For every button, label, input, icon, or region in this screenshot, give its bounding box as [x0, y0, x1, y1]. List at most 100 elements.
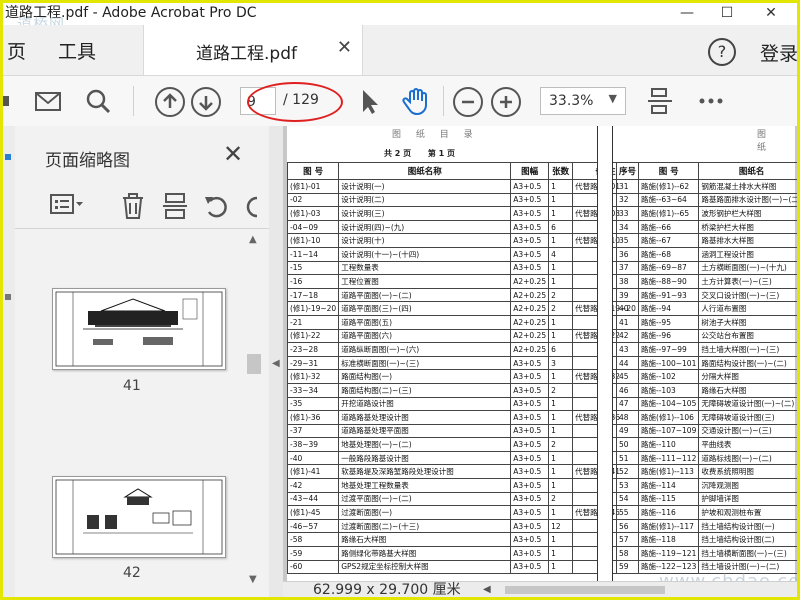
table-cell: 桥梁护栏大样图 [698, 219, 797, 235]
document-view[interactable]: 图 纸 目 录 图 纸 共 2 页 第 1 页 图 号图纸名称图幅张数备 注 (… [283, 126, 797, 581]
table-cell: 4 [548, 246, 574, 262]
table-cell: 工程数量表 [338, 260, 512, 276]
table-cell: 路施--111~112 [638, 450, 700, 466]
table-cell: -21 [286, 314, 340, 330]
horizontal-scrollbar[interactable] [491, 586, 791, 594]
table-row: -37 道路路基处理平面图 A3+0.5 1 [286, 423, 639, 439]
zoom-in-icon[interactable] [491, 87, 521, 117]
table-row: 39 路施--91~93 交叉口设计图(一)~(三) [615, 287, 797, 303]
table-cell: 6 [548, 219, 574, 235]
table-cell: A2+0.25 [510, 328, 550, 344]
table-cell: 平曲线表 [698, 437, 797, 452]
table-cell: 42 [615, 328, 640, 344]
table-cell: -59 [286, 546, 340, 561]
table-cell: 路施--116 [638, 505, 700, 520]
sheet-title-right: 图 纸 [757, 130, 773, 153]
table-cell: -42 [286, 478, 340, 493]
table-cell: A3+0.5 [510, 464, 550, 480]
next-page-icon[interactable] [191, 87, 221, 117]
delete-icon[interactable] [119, 192, 147, 225]
table-cell: A3+0.5 [510, 450, 550, 466]
table-cell: -29~31 [286, 355, 340, 371]
menu-tools[interactable]: 工具 [58, 37, 96, 64]
title-bar: 道路工程.pdf - Adobe Acrobat Pro DC 道桥网 — ☐ … [3, 3, 797, 33]
sheet-divider [597, 126, 613, 581]
hand-tool-icon[interactable] [401, 86, 433, 116]
table-row: -21 道路平面图(五) A2+0.25 1 [286, 314, 639, 330]
search-icon[interactable] [83, 86, 113, 116]
save-icon[interactable] [3, 86, 11, 116]
table-cell: 无障碍坡道设计图(三) [698, 410, 797, 425]
table-cell: (修1)-22 [286, 328, 340, 344]
table-cell: 2 [548, 437, 574, 452]
table-row: -11~14 设计说明(十一)~(十四) A3+0.5 4 [286, 246, 639, 262]
table-row: 38 路施--88~90 土方计算表(一)~(三) [615, 274, 797, 289]
close-tab-icon[interactable]: ✕ [337, 37, 352, 58]
table-cell: 1 [548, 369, 574, 384]
scroll-left-icon[interactable]: ◀ [483, 582, 491, 597]
document-tab[interactable]: 道路工程.pdf ✕ [143, 25, 363, 75]
horizontal-scroll-thumb[interactable] [505, 586, 665, 594]
table-cell: 路侧绿化带路基大样图 [338, 546, 512, 561]
table-cell: 路缘石大样图 [338, 532, 512, 548]
table-cell: 35 [615, 233, 640, 248]
select-arrow-icon[interactable] [356, 86, 382, 116]
page-thumbnail-42[interactable] [52, 476, 226, 558]
bookmark-rail-icon[interactable] [5, 294, 11, 300]
thumbnail-scrollbar[interactable]: ▲ ▼ [245, 234, 263, 588]
table-cell: 路施--107~109 [638, 423, 700, 439]
table-cell: (修1)-19~20 [286, 301, 340, 316]
table-cell: 48 [615, 410, 640, 425]
page-thumbnail-41[interactable] [52, 288, 226, 370]
table-header-cell: 图 号 [638, 162, 700, 180]
pdf-page: 图 纸 目 录 图 纸 共 2 页 第 1 页 图 号图纸名称图幅张数备 注 (… [286, 126, 797, 581]
drawing-index-table-right: 序号图 号图纸名 31 路施(修1)--62 钢筋混凝土排水大样图 32 路施--63~… [615, 162, 797, 575]
table-cell: -46~57 [286, 518, 340, 534]
scroll-down-icon[interactable]: ▼ [249, 574, 257, 585]
minimize-button[interactable]: — [667, 3, 707, 23]
table-cell: 47 [615, 396, 640, 412]
table-cell: 地基处理工程数量表 [338, 478, 512, 493]
zoom-dropdown[interactable]: 33.3% ▼ [540, 87, 626, 115]
table-cell: 设计说明(二) [338, 192, 512, 208]
fit-page-icon[interactable] [645, 86, 675, 116]
scroll-thumb[interactable] [247, 354, 261, 374]
menu-home[interactable]: 页 [7, 37, 26, 64]
table-cell: GPS2规定坐标控制大样图 [338, 559, 512, 575]
table-cell: 路施--91~93 [638, 287, 700, 303]
table-cell: (修1)-01 [286, 179, 340, 194]
options-menu-icon[interactable] [49, 192, 85, 223]
table-cell: 道路路基处理设计图 [338, 410, 512, 425]
table-cell: A3+0.5 [510, 246, 550, 262]
previous-page-icon[interactable] [155, 87, 185, 117]
help-icon[interactable]: ? [708, 38, 736, 66]
table-cell: -35 [286, 396, 340, 412]
table-cell: -60 [286, 559, 340, 575]
close-panel-icon[interactable]: ✕ [223, 140, 243, 168]
panel-splitter[interactable]: ◀ [269, 126, 283, 597]
insert-page-icon[interactable] [161, 192, 189, 225]
maximize-button[interactable]: ☐ [707, 3, 747, 23]
collapse-panel-icon[interactable]: ◀ [272, 358, 280, 369]
table-cell: 1 [548, 192, 574, 208]
table-cell: -43~44 [286, 491, 340, 507]
table-row: -40 一般路段路基设计图 A3+0.5 1 [286, 450, 639, 466]
table-cell: A3+0.5 [510, 478, 550, 493]
table-row: 43 路施--97~99 挡土墙大样图(一)~(三) [615, 342, 797, 357]
table-cell: 38 [615, 274, 640, 289]
table-cell: 37 [615, 260, 640, 276]
more-tools-icon[interactable] [696, 86, 726, 116]
rotate-right-icon[interactable] [243, 192, 263, 225]
table-cell: A3+0.5 [510, 423, 550, 439]
mail-icon[interactable] [33, 86, 63, 116]
table-cell: A3+0.5 [510, 532, 550, 548]
close-window-button[interactable]: ✕ [751, 3, 791, 23]
zoom-out-icon[interactable] [453, 87, 483, 117]
rotate-icon[interactable] [203, 192, 231, 225]
login-button[interactable]: 登录 [760, 39, 797, 66]
table-cell: -16 [286, 274, 340, 289]
document-tab-label: 道路工程.pdf [196, 44, 297, 64]
thumbnails-rail-icon[interactable] [5, 154, 11, 160]
table-row: -35 开挖道路设计图 A3+0.5 1 [286, 396, 639, 412]
table-cell: -15 [286, 260, 340, 276]
